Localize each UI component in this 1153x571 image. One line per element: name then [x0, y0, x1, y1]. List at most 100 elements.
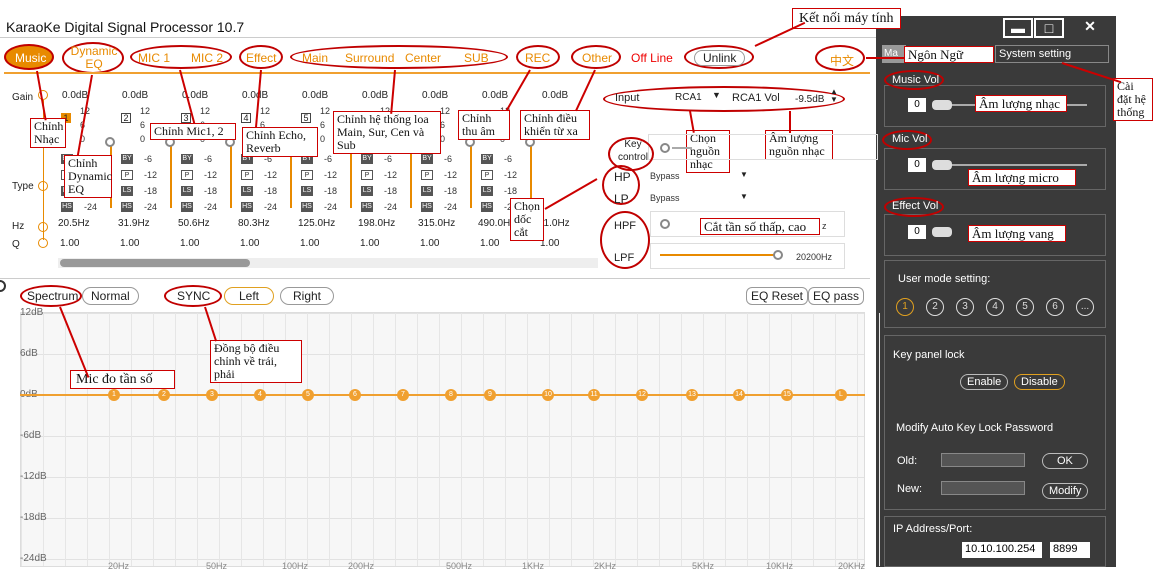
effect-vol-slider[interactable]	[932, 227, 952, 237]
left-button[interactable]: Left	[224, 287, 275, 305]
hpf-slider-knob[interactable]	[660, 219, 670, 229]
filter-type-button[interactable]: HS	[181, 202, 193, 212]
music-vol-slider[interactable]	[932, 100, 952, 110]
lp-select[interactable]: Bypass	[650, 193, 680, 203]
filter-type-button[interactable]: P	[241, 170, 253, 180]
eq-point-handle[interactable]: 10	[542, 389, 554, 401]
filter-type-button[interactable]: P	[301, 170, 313, 180]
filter-type-button[interactable]: P	[181, 170, 193, 180]
eq-pass-button[interactable]: EQ pass	[808, 287, 865, 305]
gain-slider-knob[interactable]	[105, 137, 115, 147]
mic-vol-slider[interactable]	[932, 160, 952, 170]
filter-type-button[interactable]: BY	[421, 154, 433, 164]
user-mode-5-button[interactable]: 5	[1016, 298, 1034, 316]
eq-point-handle[interactable]: 7	[397, 389, 409, 401]
system-setting-tab[interactable]: System setting	[995, 45, 1109, 63]
eq-point-handle[interactable]: 12	[636, 389, 648, 401]
tab-mic1[interactable]: MIC 1	[138, 51, 170, 65]
tab-effect[interactable]: Effect	[239, 45, 283, 69]
eq-point-handle[interactable]: L	[835, 389, 847, 401]
eq-scroll-thumb[interactable]	[60, 259, 250, 267]
tab-main[interactable]: Main	[302, 51, 328, 65]
channel-select-box[interactable]: 3	[181, 113, 191, 123]
tab-music[interactable]: Music	[4, 44, 54, 70]
new-password-input[interactable]	[941, 481, 1025, 495]
eq-point-handle[interactable]: 1	[108, 389, 120, 401]
filter-type-button[interactable]: LS	[421, 186, 433, 196]
maximize-button[interactable]: □	[1034, 18, 1064, 38]
eq-point-handle[interactable]: 4	[254, 389, 266, 401]
ok-button[interactable]: OK	[1042, 453, 1088, 469]
eq-point-handle[interactable]: 2	[158, 389, 170, 401]
filter-type-button[interactable]: LS	[241, 186, 253, 196]
user-mode-6-button[interactable]: 6	[1046, 298, 1064, 316]
enable-button[interactable]: Enable	[960, 374, 1009, 390]
spectrum-button[interactable]: Spectrum	[27, 289, 78, 303]
filter-type-button[interactable]: P	[361, 170, 373, 180]
filter-type-button[interactable]: P	[481, 170, 493, 180]
filter-type-button[interactable]: BY	[361, 154, 373, 164]
filter-type-button[interactable]: HS	[301, 202, 313, 212]
old-password-input[interactable]	[941, 453, 1025, 467]
eq-point-handle[interactable]: 8	[445, 389, 457, 401]
tab-dynamic-eq[interactable]: Dynamic EQ	[62, 42, 124, 74]
sync-button[interactable]: SYNC	[177, 289, 210, 303]
filter-type-button[interactable]: HS	[241, 202, 253, 212]
eq-point-handle[interactable]: 9	[484, 389, 496, 401]
eq-point-handle[interactable]: 11	[588, 389, 600, 401]
filter-type-button[interactable]: P	[121, 170, 133, 180]
eq-point-handle[interactable]: 6	[349, 389, 361, 401]
filter-type-button[interactable]: LS	[181, 186, 193, 196]
key-slider-knob[interactable]	[660, 143, 670, 153]
input-select[interactable]: RCA1	[675, 92, 702, 103]
filter-type-button[interactable]: LS	[481, 186, 493, 196]
modify-button[interactable]: Modify	[1042, 483, 1089, 499]
filter-type-button[interactable]: HS	[421, 202, 433, 212]
filter-type-button[interactable]: P	[421, 170, 433, 180]
filter-type-button[interactable]: LS	[361, 186, 373, 196]
normal-button[interactable]: Normal	[82, 287, 139, 305]
tab-sub[interactable]: SUB	[464, 51, 489, 65]
eq-reset-button[interactable]: EQ Reset	[746, 287, 809, 305]
filter-type-button[interactable]: HS	[361, 202, 373, 212]
disable-button[interactable]: Disable	[1014, 374, 1065, 390]
filter-type-button[interactable]: BY	[481, 154, 493, 164]
tab-main-side[interactable]: Ma	[882, 45, 906, 63]
hp-chevron-down-icon[interactable]: ▼	[740, 170, 748, 179]
ip-input[interactable]: 10.10.100.254	[962, 542, 1042, 558]
tab-other[interactable]: Other	[571, 45, 621, 69]
filter-type-button[interactable]: LS	[121, 186, 133, 196]
hp-select[interactable]: Bypass	[650, 171, 680, 181]
user-mode-2-button[interactable]: 2	[926, 298, 944, 316]
graph-handle-icon[interactable]	[0, 280, 6, 292]
unlink-button[interactable]: Unlink	[684, 45, 754, 69]
tab-surround[interactable]: Surround	[345, 51, 394, 65]
right-button[interactable]: Right	[280, 287, 335, 305]
filter-type-button[interactable]: LS	[301, 186, 313, 196]
lp-chevron-down-icon[interactable]: ▼	[740, 192, 748, 201]
lpf-slider-knob[interactable]	[773, 250, 783, 260]
channel-select-box[interactable]: 2	[121, 113, 131, 123]
tab-center[interactable]: Center	[405, 51, 441, 65]
filter-type-button[interactable]: HS	[481, 202, 493, 212]
eq-point-handle[interactable]: 5	[302, 389, 314, 401]
channel-select-box[interactable]: 5	[301, 113, 311, 123]
tab-mic2[interactable]: MIC 2	[191, 51, 223, 65]
user-mode-7-button[interactable]: ...	[1076, 298, 1094, 316]
eq-point-handle[interactable]: 14	[733, 389, 745, 401]
eq-point-handle[interactable]: 15	[781, 389, 793, 401]
eq-graph[interactable]	[20, 312, 880, 567]
minimize-button[interactable]: ▬	[1003, 18, 1033, 38]
filter-type-button[interactable]: HS	[121, 202, 133, 212]
filter-type-button[interactable]: BY	[121, 154, 133, 164]
eq-point-handle[interactable]: 13	[686, 389, 698, 401]
chevron-down-icon[interactable]: ▼	[712, 90, 721, 100]
filter-type-button[interactable]: HS	[61, 202, 73, 212]
user-mode-3-button[interactable]: 3	[956, 298, 974, 316]
language-button[interactable]: 中文	[815, 45, 865, 71]
close-button[interactable]: ✕	[1068, 18, 1112, 38]
user-mode-4-button[interactable]: 4	[986, 298, 1004, 316]
port-input[interactable]: 8899	[1050, 542, 1090, 558]
channel-select-box[interactable]: 4	[241, 113, 251, 123]
user-mode-1-button[interactable]: 1	[896, 298, 914, 316]
